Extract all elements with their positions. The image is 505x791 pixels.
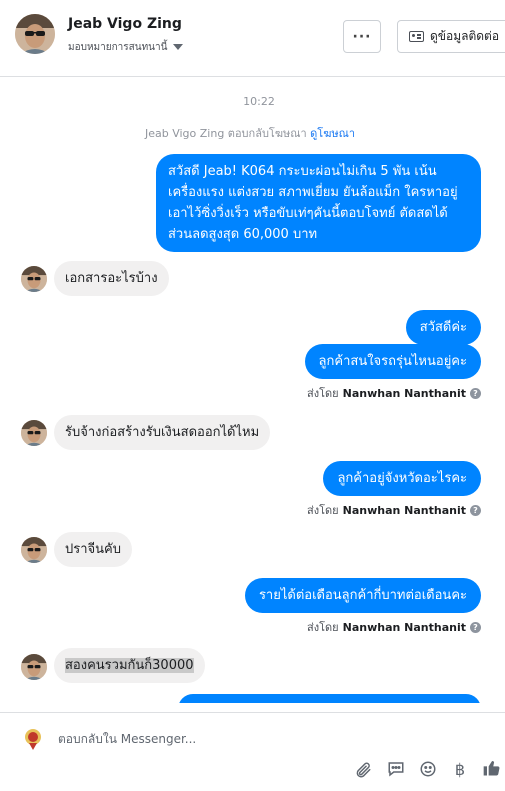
message-bubble-outgoing[interactable]: สวัสดีค่ะ: [405, 310, 481, 345]
message-bubble-incoming[interactable]: ปราจีนคับ: [54, 532, 132, 567]
message-text: รับจ้างก่อสร้างรับเงินสดออกได้ไหม: [65, 425, 260, 440]
message-bubble-incoming[interactable]: เอกสารอะไรบ้าง: [54, 261, 169, 296]
message-bubble-outgoing[interactable]: ลูกค้าสนใจรถรุ่นไหนอยู่คะ: [304, 344, 481, 379]
conversation-header: Jeab Vigo Zing มอบหมายการสนทนานี้ ··· ดู…: [0, 0, 505, 77]
sender-name: Nanwhan Nanthanit: [342, 386, 466, 400]
ad-reply-text: Jeab Vigo Zing ตอบกลับโฆษณา: [144, 127, 307, 140]
help-icon[interactable]: ?: [470, 621, 481, 633]
sent-by-prefix: ส่งโดย: [307, 387, 339, 400]
sent-by-prefix: ส่งโดย: [307, 504, 339, 517]
help-icon[interactable]: ?: [470, 387, 481, 399]
message-text: เอกสารอะไรบ้าง: [65, 271, 158, 286]
paperclip-icon[interactable]: [352, 759, 374, 781]
message-thread[interactable]: 10:22 Jeab Vigo Zing ตอบกลับโฆษณา ดูโฆษณ…: [0, 78, 505, 703]
sender-name: Nanwhan Nanthanit: [342, 503, 466, 517]
message-bubble-incoming[interactable]: สองคนรวมกันก็30000: [54, 648, 205, 683]
message-bubble-incoming[interactable]: รับจ้างก่อสร้างรับเงินสดออกได้ไหม: [54, 415, 271, 450]
contact-avatar-small: [21, 420, 47, 446]
sender-name: Nanwhan Nanthanit: [342, 620, 466, 634]
message-text: สวัสดี Jeab! K064 กระบะผ่อนไม่เกิน 5 พัน…: [168, 164, 458, 242]
message-text: ปราจีนคับ: [65, 542, 121, 557]
sent-by-label: ส่งโดย Nanwhan Nanthanit ?: [307, 501, 481, 519]
reply-input[interactable]: [58, 730, 478, 748]
assign-label: มอบหมายการสนทนานี้: [68, 41, 168, 53]
message-text: สองคนรวมกันก็30000: [65, 658, 194, 673]
contact-avatar-small: [21, 654, 47, 680]
more-label: ···: [352, 28, 372, 45]
contact-avatar[interactable]: [15, 14, 55, 54]
sent-by-label: ส่งโดย Nanwhan Nanthanit ?: [307, 618, 481, 636]
ad-reply-note: Jeab Vigo Zing ตอบกลับโฆษณา ดูโฆษณา: [0, 124, 500, 142]
message-bubble-outgoing[interactable]: สวัสดี Jeab! K064 กระบะผ่อนไม่เกิน 5 พัน…: [156, 154, 481, 252]
view-contact-label: ดูข้อมูลติดต่อ: [430, 29, 500, 43]
message-bubble-outgoing[interactable]: รายได้ต่อเดือนลูกค้ากี่บาทต่อเดือนคะ: [244, 578, 481, 613]
message-text: สวัสดีค่ะ: [419, 320, 467, 335]
contact-avatar-small: [21, 537, 47, 563]
sent-by-label: ส่งโดย Nanwhan Nanthanit ?: [307, 384, 481, 402]
message-timestamp: 10:22: [243, 95, 275, 108]
message-bubble-outgoing[interactable]: ลูกค้าอยู่จังหวัดอะไรคะ: [323, 461, 481, 496]
message-text: รายได้ต่อเดือนลูกค้ากี่บาทต่อเดือนคะ: [258, 588, 467, 603]
caret-down-icon: [173, 44, 184, 50]
contact-name: Jeab Vigo Zing: [68, 16, 182, 32]
smiley-icon[interactable]: [417, 758, 439, 780]
message-text: ลูกค้าอยู่จังหวัดอะไรคะ: [337, 471, 467, 486]
message-bubble-outgoing-partial[interactable]: [178, 694, 481, 703]
help-icon[interactable]: ?: [470, 504, 481, 516]
page-avatar: [20, 725, 46, 751]
view-contact-button[interactable]: ดูข้อมูลติดต่อ: [397, 20, 505, 53]
message-text: ลูกค้าสนใจรถรุ่นไหนอยู่คะ: [318, 354, 467, 369]
sent-by-prefix: ส่งโดย: [307, 621, 339, 634]
assign-conversation-dropdown[interactable]: มอบหมายการสนทนานี้: [68, 37, 187, 57]
message-composer: ฿: [0, 712, 505, 791]
view-ad-link[interactable]: ดูโฆษณา: [310, 127, 355, 140]
speech-bubble-icon[interactable]: [385, 758, 407, 780]
thumbs-up-icon[interactable]: [481, 757, 503, 779]
contact-card-icon: [409, 31, 424, 42]
contact-avatar-small: [21, 266, 47, 292]
baht-icon[interactable]: ฿: [449, 758, 471, 780]
more-options-button[interactable]: ···: [343, 20, 381, 53]
